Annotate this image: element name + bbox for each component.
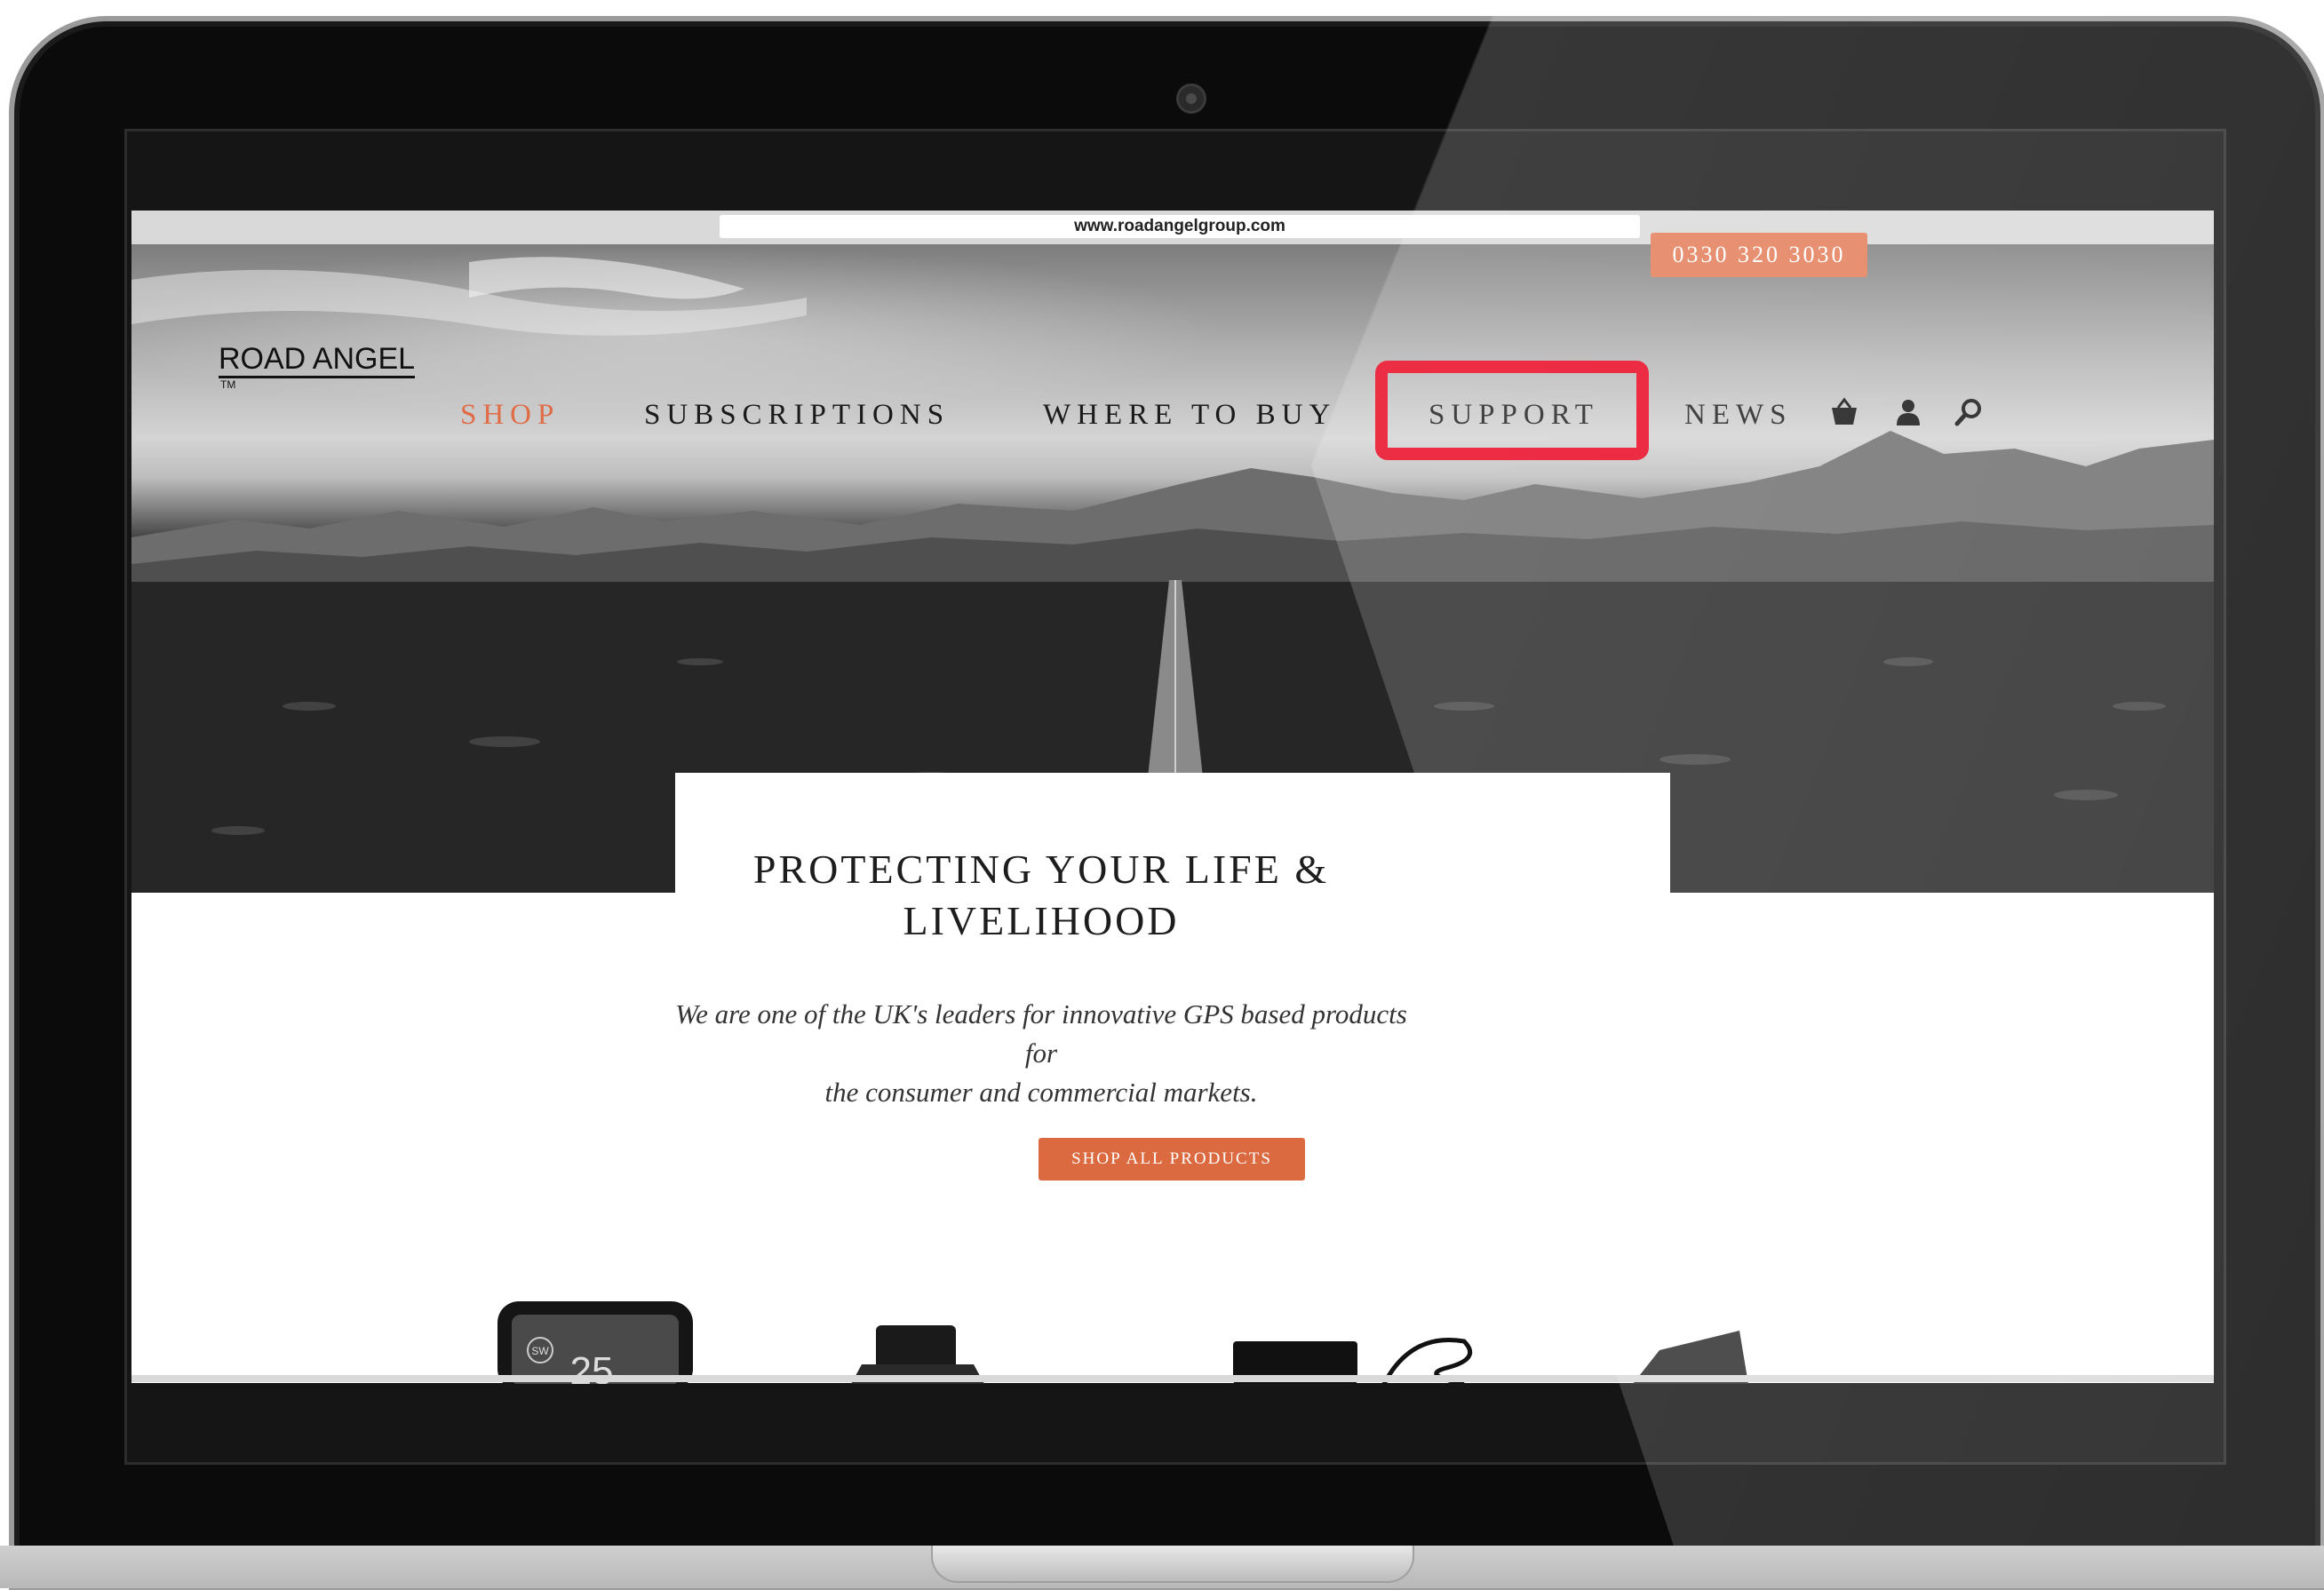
page-bottom-strip [131,1375,2214,1382]
logo-trademark: TM [220,378,236,391]
url-field[interactable]: www.roadangelgroup.com [720,215,1640,238]
shop-all-products-button[interactable]: SHOP ALL PRODUCTS [1039,1138,1305,1181]
hero-headline-line-2: LIVELIHOOD [903,898,1180,943]
hero-headline: PROTECTING YOUR LIFE & LIVELIHOOD [544,844,1539,947]
product-speed-camera-detector[interactable]: SW 25 [497,1301,693,1384]
product-carousel: SW 25 [497,1301,1748,1384]
hero-tagline: We are one of the UK's leaders for innov… [675,995,1407,1112]
nav-item-subscriptions[interactable]: SUBSCRIPTIONS [644,395,950,434]
browser-address-bar: www.roadangelgroup.com [131,211,2214,244]
logo-text: ROAD ANGEL [219,342,416,378]
phone-number-button[interactable]: 0330 320 3030 [1651,233,1867,277]
search-icon[interactable] [1953,396,1985,428]
support-highlight-annotation [1375,361,1649,460]
browser-viewport: www.roadangelgroup.com [131,211,2214,1383]
nav-item-shop[interactable]: SHOP [460,395,560,434]
laptop-lid-notch [931,1546,1414,1583]
basket-icon[interactable] [1828,396,1860,428]
nav-item-news[interactable]: NEWS [1684,395,1793,434]
webcam-icon [1176,83,1206,114]
road-angel-logo[interactable]: ROAD ANGELTM [219,342,432,391]
nav-item-where-to-buy[interactable]: WHERE TO BUY [1043,395,1336,434]
hero-tagline-line-1: We are one of the UK's leaders for innov… [675,998,1407,1069]
hero-headline-line-1: PROTECTING YOUR LIFE & [752,847,1330,892]
hero-tagline-line-2: the consumer and commercial markets. [824,1077,1258,1108]
user-icon[interactable] [1892,396,1924,428]
device-speed-badge: SW [531,1345,549,1357]
